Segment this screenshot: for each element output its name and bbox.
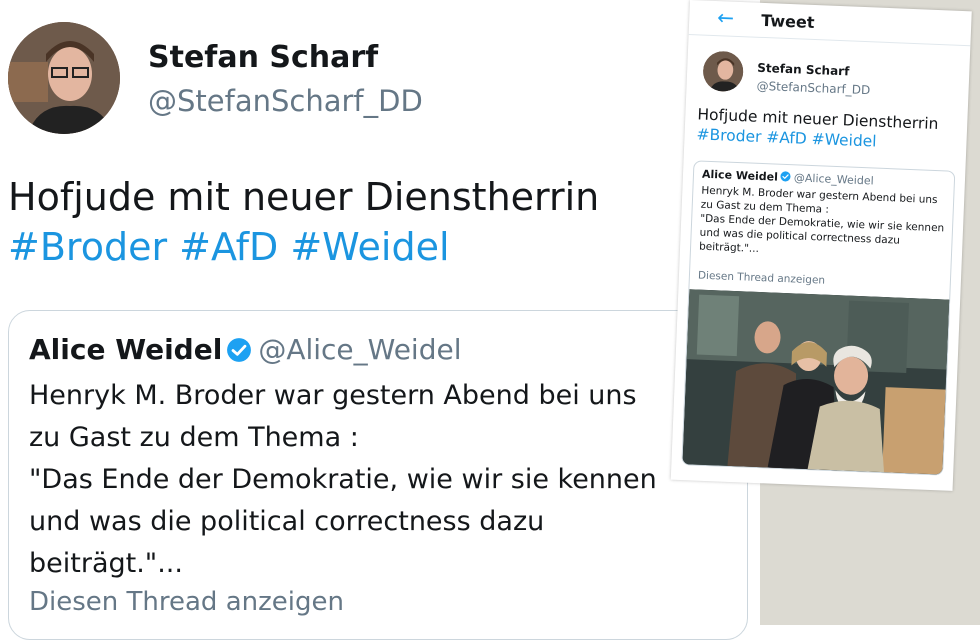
quoted-line: Henryk M. Broder war gestern Abend bei u… [29,380,637,411]
quoted-line: zu Gast zu dem Thema : [29,422,359,453]
group-photo[interactable] [682,289,952,476]
author-handle[interactable]: @StefanScharf_DD [148,84,423,118]
mini-quoted-tweet-card[interactable]: Alice Weidel @Alice_Weidel Henryk M. Brod… [681,160,956,476]
tweet-text-line: Hofjude mit neuer Dienstherrin [8,175,600,219]
quoted-line: und was die political correctness dazu [29,506,545,537]
mini-quoted-author-name[interactable]: Alice Weidel [702,168,778,184]
mini-author-name[interactable]: Stefan Scharf [757,61,850,79]
quoted-tweet-body: Henryk M. Broder war gestern Abend bei u… [29,375,729,585]
avatar[interactable] [8,22,120,134]
quoted-author-name[interactable]: Alice Weidel [29,333,222,366]
mini-quoted-author-handle[interactable]: @Alice_Weidel [794,171,874,187]
mini-avatar[interactable] [702,50,744,93]
quoted-tweet-card[interactable]: Alice Weidel @Alice_Weidel Henryk M. Brod… [8,310,748,640]
quoted-line: "Das Ende der Demokratie, wie wir sie ke… [29,464,657,495]
tweet-text: Hofjude mit neuer Dienstherrin #Broder #… [8,172,748,272]
mini-show-thread-link[interactable]: Diesen Thread anzeigen [698,270,826,287]
quoted-tweet-header: Alice Weidel @Alice_Weidel [29,333,461,366]
author-name[interactable]: Stefan Scharf [148,40,378,75]
quoted-line: beiträgt."... [29,548,183,579]
verified-badge-icon [226,337,252,363]
avatar-photo [8,22,120,134]
mini-tweet-text: Hofjude mit neuer Dienstherrin #Broder #… [696,104,957,154]
tweet-card-large: Stefan Scharf @StefanScharf_DD Hofjude m… [0,0,760,640]
quoted-author-handle[interactable]: @Alice_Weidel [258,333,461,366]
mini-header-title: Tweet [760,10,815,33]
group-photo-image [682,289,952,476]
tweet-hashtags[interactable]: #Broder #AfD #Weidel [8,222,748,272]
back-arrow-icon[interactable]: ← [717,5,735,30]
mini-tweet-screenshot: ← Tweet Stefan Scharf @StefanScharf_DD H… [670,0,972,491]
mini-quoted-body: Henryk M. Broder war gestern Abend bei u… [699,184,952,264]
show-thread-link[interactable]: Diesen Thread anzeigen [29,587,344,617]
mini-avatar-photo [702,50,744,93]
mini-author-handle[interactable]: @StefanScharf_DD [756,79,870,98]
verified-badge-icon [780,171,791,182]
